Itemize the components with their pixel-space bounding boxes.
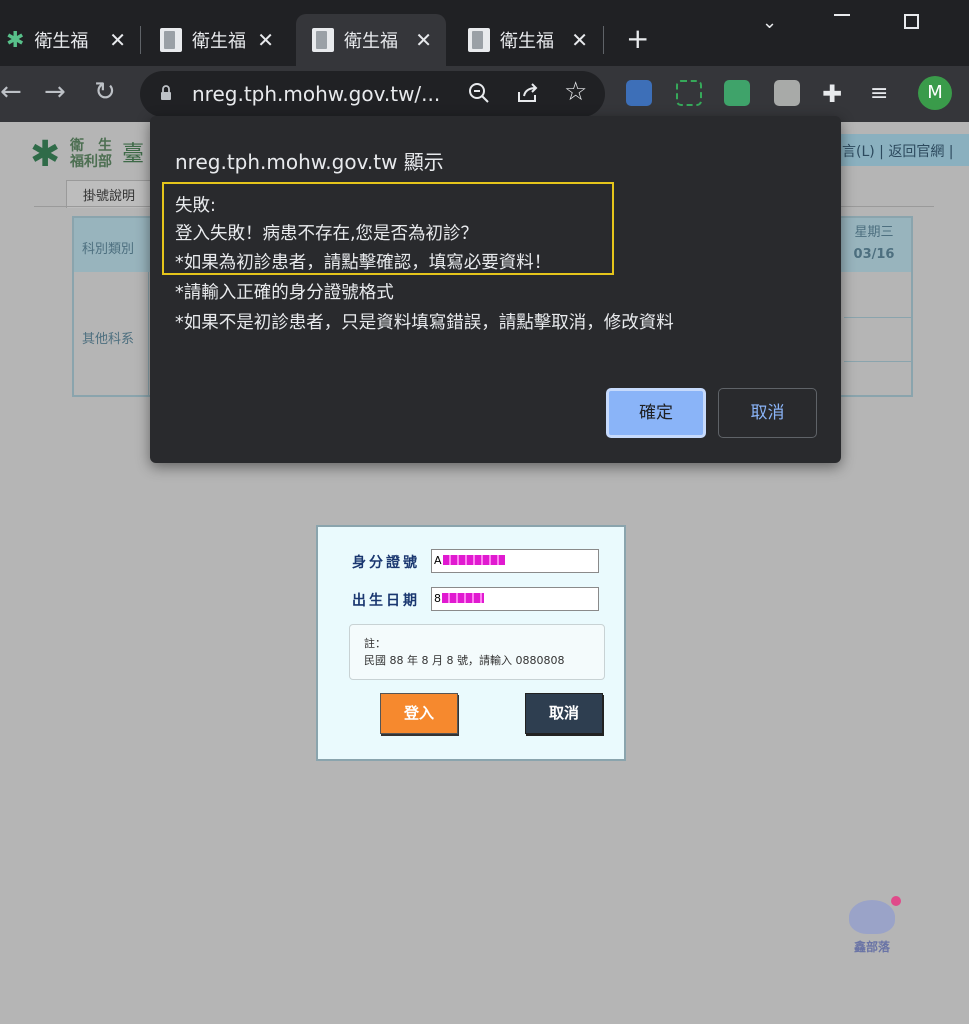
document-icon <box>468 28 490 52</box>
dialog-cancel-button[interactable]: 取消 <box>718 388 817 438</box>
dialog-title: nreg.tph.mohw.gov.tw 顯示 <box>175 150 444 174</box>
avatar[interactable]: M <box>918 76 952 110</box>
tab-title: 衛生福 <box>192 31 246 52</box>
zoom-icon[interactable] <box>468 82 490 108</box>
logo-line-2: 福利部 <box>70 154 112 170</box>
mail-extension-icon[interactable] <box>724 80 750 106</box>
tab-3-active[interactable]: 衛生福 ✕ <box>296 14 446 66</box>
new-tab-button[interactable]: + <box>626 22 649 55</box>
watermark-logo-icon <box>849 896 901 934</box>
browser-toolbar: ← → ↻ nreg.tph.mohw.gov.tw/... ☆ ✚ ≡ M <box>0 66 969 122</box>
close-tab-icon[interactable]: ✕ <box>571 28 588 52</box>
media-queue-icon[interactable]: ≡ <box>870 78 888 110</box>
back-arrow-icon[interactable]: ← <box>0 76 22 108</box>
document-icon <box>312 28 334 52</box>
id-number-input[interactable]: A <box>431 549 599 573</box>
date-label: 03/16 <box>853 247 895 262</box>
bookmark-star-icon[interactable]: ☆ <box>564 77 587 107</box>
table-divider <box>844 317 912 318</box>
reload-icon[interactable]: ↻ <box>94 76 116 108</box>
address-bar[interactable]: nreg.tph.mohw.gov.tw/... ☆ <box>140 71 605 117</box>
minimize-icon[interactable] <box>834 14 850 16</box>
close-tab-icon[interactable]: ✕ <box>109 28 126 52</box>
dept-cell[interactable]: 其他科系 <box>82 328 134 347</box>
close-tab-icon[interactable]: ✕ <box>257 28 274 52</box>
birth-date-input[interactable]: 8 <box>431 587 599 611</box>
logo-line-1: 衛 生 <box>70 138 112 154</box>
id-number-value: A <box>434 554 442 567</box>
clipboard-extension-icon[interactable] <box>774 80 800 106</box>
logo-hospital-name: 臺 <box>122 142 145 167</box>
day-column-header: 星期三 03/16 <box>844 222 904 266</box>
login-button[interactable]: 登入 <box>380 693 458 734</box>
weekday-label: 星期三 <box>854 225 894 240</box>
tab-4[interactable]: 衛生福 ✕ <box>456 14 602 66</box>
nav-tab-registration-info[interactable]: 掛號說明 <box>66 180 153 208</box>
lock-icon <box>160 85 172 100</box>
note-text: 民國 88 年 8 月 8 號，請輸入 0880808 <box>364 654 565 667</box>
dept-column-header: 科別類別 <box>82 242 135 257</box>
tab-title: 衛生福 <box>344 31 398 52</box>
redaction-mark <box>442 593 484 603</box>
close-tab-icon[interactable]: ✕ <box>415 28 432 52</box>
tab-strip: ✱ 衛生福 ✕ 衛生福 ✕ 衛生福 ✕ 衛生福 ✕ + ⌄ <box>0 0 969 66</box>
maximize-icon[interactable] <box>904 14 919 29</box>
birth-date-value: 8 <box>434 592 441 605</box>
dialog-message-line: *如果為初診患者，請點擊確認，填寫必要資料！ <box>175 253 552 273</box>
ministry-logo-icon: ✱ <box>30 134 61 175</box>
tab-separator <box>603 26 604 54</box>
login-form: 身分證號 A 出生日期 8 註： 民國 88 年 8 月 8 號，請輸入 088… <box>316 525 626 761</box>
tab-title: 衛生福 <box>500 31 554 52</box>
cancel-button[interactable]: 取消 <box>525 693 603 734</box>
tab-search-chevron-icon[interactable]: ⌄ <box>762 12 777 33</box>
screenshot-extension-icon[interactable] <box>676 80 702 106</box>
tab-2[interactable]: 衛生福 ✕ <box>148 14 288 66</box>
table-divider <box>844 361 912 362</box>
redaction-mark <box>442 555 505 565</box>
dialog-message-line: *請輸入正確的身分證號格式 <box>175 283 394 303</box>
share-icon[interactable] <box>516 82 540 108</box>
document-icon <box>160 28 182 52</box>
watermark: 鑫部落 <box>842 896 902 955</box>
dialog-message-line: 登入失敗！病患不存在,您是否為初診？ <box>175 224 479 244</box>
dialog-message-line: 失敗: <box>175 196 216 216</box>
search-extension-icon[interactable] <box>626 80 652 106</box>
top-links[interactable]: 言(L) | 返回官網 | <box>838 134 969 166</box>
forward-arrow-icon[interactable]: → <box>44 76 66 108</box>
dialog-ok-button[interactable]: 確定 <box>606 388 706 438</box>
tab-separator <box>140 26 141 54</box>
alert-dialog: nreg.tph.mohw.gov.tw 顯示 失敗: 登入失敗！病患不存在,您… <box>150 116 841 463</box>
note-title: 註： <box>364 637 386 650</box>
table-divider <box>148 272 149 397</box>
birth-date-label: 出生日期 <box>352 593 420 609</box>
tab-title: 衛生福 <box>34 31 89 52</box>
site-favicon-icon: ✱ <box>6 27 25 53</box>
logo-text: 衛 生 福利部 <box>70 138 112 170</box>
dialog-message-line: *如果不是初診患者，只是資料填寫錯誤，請點擊取消，修改資料 <box>175 313 674 333</box>
extensions-puzzle-icon[interactable]: ✚ <box>822 78 842 110</box>
tab-1[interactable]: ✱ 衛生福 ✕ <box>0 14 140 66</box>
date-format-note: 註： 民國 88 年 8 月 8 號，請輸入 0880808 <box>349 624 605 680</box>
url-text: nreg.tph.mohw.gov.tw/... <box>192 82 441 106</box>
id-number-label: 身分證號 <box>352 555 420 571</box>
watermark-text: 鑫部落 <box>853 940 890 954</box>
